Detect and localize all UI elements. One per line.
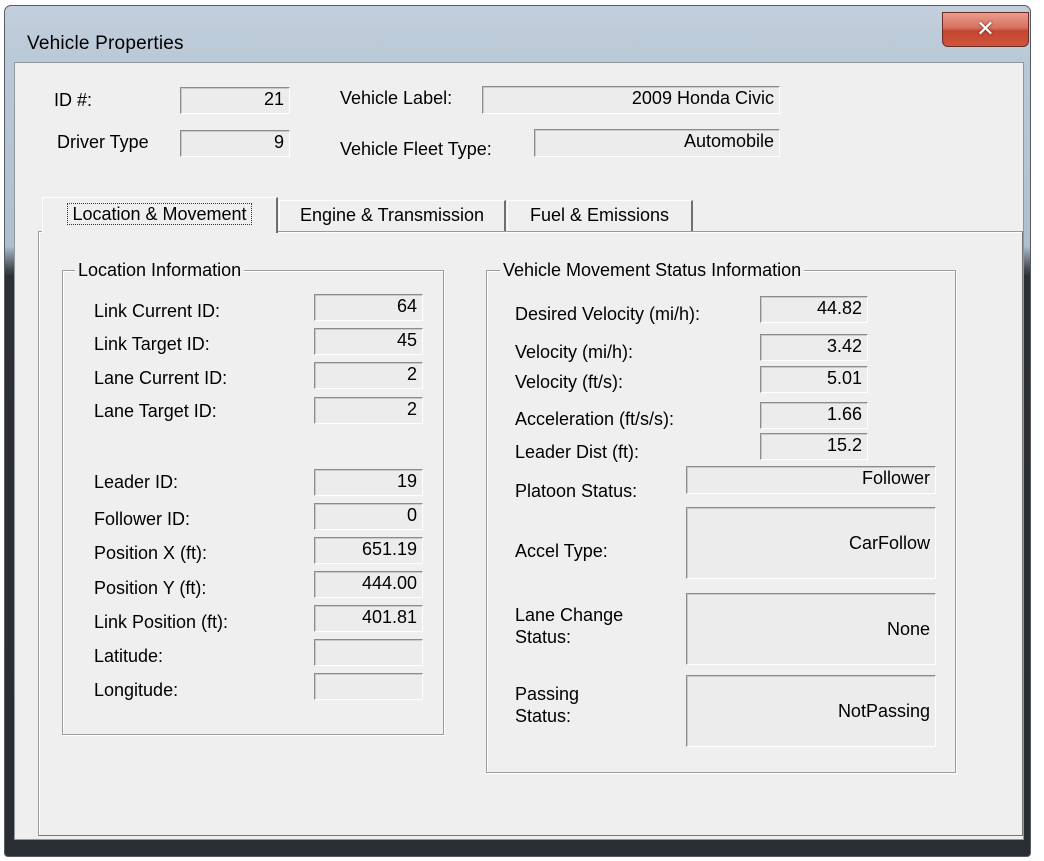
position-y-field: 444.00 (314, 571, 423, 598)
lane-current-id-field: 2 (314, 362, 423, 389)
link-position-field: 401.81 (314, 605, 423, 632)
link-current-id-label: Link Current ID: (94, 301, 221, 321)
position-x-field: 651.19 (314, 537, 423, 564)
platoon-status-field: Follower (686, 466, 936, 494)
link-current-id-field: 64 (314, 294, 423, 321)
close-icon: ✕ (976, 16, 995, 41)
lane-target-id-label: Lane Target ID: (94, 401, 217, 421)
follower-id-field: 0 (314, 503, 423, 530)
vehicle-label-label: Vehicle Label: (340, 88, 453, 108)
fleet-type-field: Automobile (534, 129, 780, 157)
tab-location-movement[interactable]: Location & Movement (42, 197, 278, 233)
longitude-label: Longitude: (94, 680, 179, 700)
lane-change-status-field: None (686, 593, 936, 665)
follower-id-label: Follower ID: (94, 509, 191, 529)
acceleration-label: Acceleration (ft/s/s): (515, 409, 675, 429)
location-information-title: Location Information (75, 260, 245, 280)
acceleration-field: 1.66 (760, 402, 868, 429)
tab-fuel-emissions[interactable]: Fuel & Emissions (507, 200, 693, 231)
fleet-type-label: Vehicle Fleet Type: (340, 139, 492, 159)
id-label: ID #: (54, 90, 93, 110)
movement-status-title: Vehicle Movement Status Information (500, 260, 805, 280)
leader-id-field: 19 (314, 469, 423, 496)
velocity-mph-field: 3.42 (760, 334, 868, 361)
velocity-fts-field: 5.01 (760, 366, 868, 393)
window-title: Vehicle Properties (27, 33, 184, 54)
lane-current-id-label: Lane Current ID: (94, 368, 228, 388)
latitude-field (314, 639, 423, 666)
velocity-mph-label: Velocity (mi/h): (515, 342, 634, 362)
leader-dist-field: 15.2 (760, 433, 868, 460)
velocity-fts-label: Velocity (ft/s): (515, 372, 624, 392)
leader-id-label: Leader ID: (94, 472, 179, 492)
latitude-label: Latitude: (94, 646, 164, 666)
position-y-label: Position Y (ft): (94, 578, 207, 598)
vehicle-label-field: 2009 Honda Civic (482, 86, 780, 114)
position-x-label: Position X (ft): (94, 543, 208, 563)
accel-type-label: Accel Type: (515, 541, 608, 561)
passing-label-line2: Status: (515, 706, 572, 726)
desired-velocity-label: Desired Velocity (mi/h): (515, 304, 701, 324)
accel-type-field: CarFollow (686, 507, 936, 579)
passing-label-line1: Passing (515, 684, 580, 704)
lane-target-id-field: 2 (314, 397, 423, 424)
link-target-id-field: 45 (314, 328, 423, 355)
longitude-field (314, 673, 423, 700)
tab-fuel-emissions-label: Fuel & Emissions (529, 205, 670, 225)
link-position-label: Link Position (ft): (94, 612, 229, 632)
desired-velocity-field: 44.82 (760, 296, 868, 323)
lane-change-label-line1: Lane Change (515, 605, 624, 625)
tab-engine-transmission[interactable]: Engine & Transmission (279, 200, 506, 231)
leader-dist-label: Leader Dist (ft): (515, 442, 640, 462)
link-target-id-label: Link Target ID: (94, 334, 210, 354)
platoon-status-label: Platoon Status: (515, 481, 638, 501)
close-button[interactable]: ✕ (942, 12, 1029, 47)
tab-location-movement-label: Location & Movement (67, 203, 252, 225)
passing-status-field: NotPassing (686, 675, 936, 747)
id-field: 21 (180, 87, 290, 114)
lane-change-label-line2: Status: (515, 627, 572, 647)
driver-type-field: 9 (180, 130, 290, 157)
tab-engine-transmission-label: Engine & Transmission (299, 205, 485, 225)
driver-type-label: Driver Type (57, 132, 149, 152)
